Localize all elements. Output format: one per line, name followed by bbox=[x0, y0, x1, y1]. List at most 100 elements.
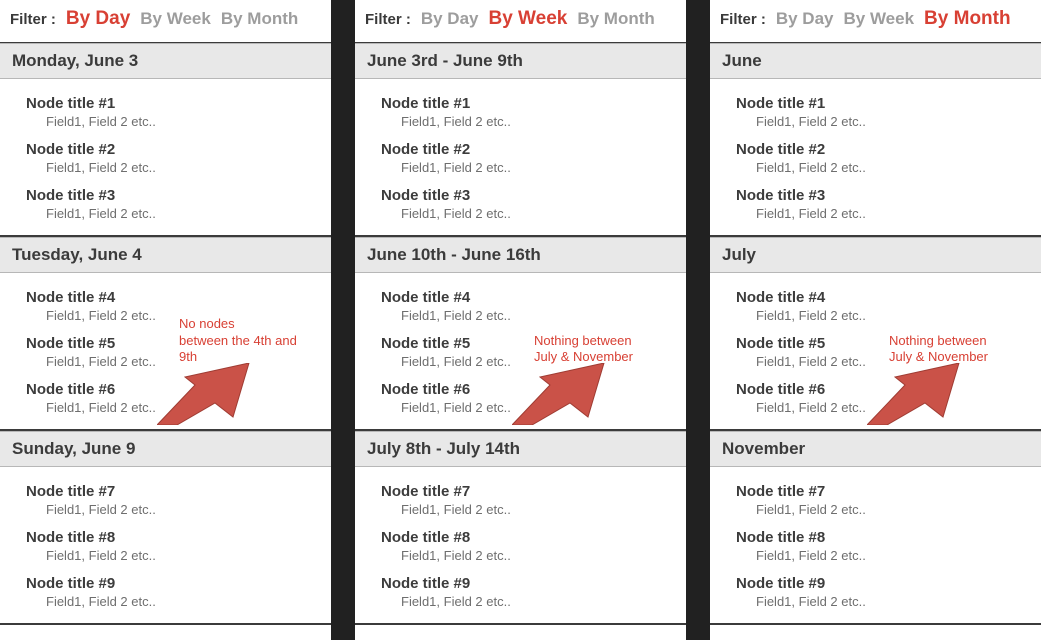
list-item[interactable]: Node title #9 Field1, Field 2 etc.. bbox=[0, 569, 331, 615]
list-item[interactable]: Node title #9Field1, Field 2 etc.. bbox=[355, 569, 686, 615]
list-item[interactable]: Node title #5 Field1, Field 2 etc.. bbox=[355, 329, 686, 375]
list-item[interactable]: Node title #9 Field1, Field 2 etc.. bbox=[710, 569, 1041, 615]
date-section: NovemberNode title #7Field1, Field 2 etc… bbox=[710, 431, 1041, 625]
node-title: Node title #6 bbox=[381, 381, 686, 398]
node-title: Node title #3 bbox=[26, 187, 331, 204]
list-item[interactable]: Node title #1 Field1, Field 2 etc.. bbox=[0, 89, 331, 135]
node-fields: Field1, Field 2 etc.. bbox=[381, 548, 686, 563]
filter-bar: Filter : By Day By Week By Month bbox=[710, 0, 1041, 43]
node-title: Node title #5 bbox=[26, 335, 331, 352]
filter-option-by-day[interactable]: By Day bbox=[776, 9, 834, 29]
node-title: Node title #3 bbox=[736, 187, 1041, 204]
filter-option-by-week[interactable]: By Week bbox=[140, 9, 211, 29]
list-item[interactable]: Node title #1Field1, Field 2 etc.. bbox=[710, 89, 1041, 135]
section-header: June bbox=[710, 43, 1041, 79]
list-item[interactable]: Node title #4Field1, Field 2 etc.. bbox=[355, 283, 686, 329]
filter-label: Filter : bbox=[365, 11, 411, 28]
list-item[interactable]: Node title #8Field1, Field 2 etc.. bbox=[0, 523, 331, 569]
node-title: Node title #8 bbox=[26, 529, 331, 546]
node-fields: Field1, Field 2 etc.. bbox=[381, 160, 686, 175]
node-title: Node title #1 bbox=[26, 95, 331, 112]
node-fields: Field1, Field 2 etc.. bbox=[736, 354, 1041, 369]
node-fields: Field1, Field 2 etc.. bbox=[26, 206, 331, 221]
date-section: June 3rd - June 9thNode title #1Field1, … bbox=[355, 43, 686, 237]
date-section: Monday, June 3 Node title #1 Field1, Field… bbox=[0, 43, 331, 237]
node-fields: Field1, Field 2 etc.. bbox=[736, 400, 1041, 415]
node-list: Node title #7Field1, Field 2 etc..Node t… bbox=[0, 467, 331, 625]
node-title: Node title #3 bbox=[381, 187, 686, 204]
filter-option-by-day[interactable]: By Day bbox=[421, 9, 479, 29]
node-title: Node title #7 bbox=[381, 483, 686, 500]
filter-option-by-day[interactable]: By Day bbox=[66, 8, 130, 30]
node-fields: Field1, Field 2 etc.. bbox=[381, 354, 686, 369]
filter-panel: Filter : By Day By Week By Month June Node ti… bbox=[710, 0, 1041, 640]
node-fields: Field1, Field 2 etc.. bbox=[736, 502, 1041, 517]
node-fields: Field1, Field 2 etc.. bbox=[26, 354, 331, 369]
node-title: Node title #5 bbox=[381, 335, 686, 352]
list-item[interactable]: Node title #3 Field1, Field 2 etc.. bbox=[0, 181, 331, 227]
date-section: JulyNode title #4Field1, Field 2 etc..No… bbox=[710, 237, 1041, 431]
date-section: June 10th - June 16thNode title #4Field1… bbox=[355, 237, 686, 431]
section-header: Tuesday, June 4 bbox=[0, 237, 331, 273]
node-title: Node title #9 bbox=[736, 575, 1041, 592]
node-list: Node title #4Field1, Field 2 etc..Node t… bbox=[355, 273, 686, 431]
section-header: November bbox=[710, 431, 1041, 467]
node-fields: Field1, Field 2 etc.. bbox=[736, 206, 1041, 221]
node-title: Node title #4 bbox=[736, 289, 1041, 306]
node-fields: Field1, Field 2 etc.. bbox=[381, 114, 686, 129]
list-item[interactable]: Node title #8Field1, Field 2 etc.. bbox=[355, 523, 686, 569]
date-section: JuneNode title #1Field1, Field 2 etc..No… bbox=[710, 43, 1041, 237]
node-fields: Field1, Field 2 etc.. bbox=[736, 594, 1041, 609]
node-list: Node title #4Field1, Field 2 etc..Node t… bbox=[0, 273, 331, 431]
list-item[interactable]: Node title #6Field1, Field 2 etc.. bbox=[355, 375, 686, 421]
section-header: July 8th - July 14th bbox=[355, 431, 686, 467]
node-title: Node title #9 bbox=[381, 575, 686, 592]
node-title: Node title #4 bbox=[381, 289, 686, 306]
node-list: Node title #7Field1, Field 2 etc..Node t… bbox=[710, 467, 1041, 625]
list-item[interactable]: Node title #4 Field1, Field 2 etc.. bbox=[0, 283, 331, 329]
node-title: Node title #6 bbox=[26, 381, 331, 398]
list-item[interactable]: Node title #3 Field1, Field 2 etc.. bbox=[710, 181, 1041, 227]
section-header: Sunday, June 9 bbox=[0, 431, 331, 467]
node-fields: Field1, Field 2 etc.. bbox=[736, 308, 1041, 323]
node-fields: Field1, Field 2 etc.. bbox=[26, 594, 331, 609]
node-list: Node title #4Field1, Field 2 etc..Node t… bbox=[710, 273, 1041, 431]
node-fields: Field1, Field 2 etc.. bbox=[736, 548, 1041, 563]
list-item[interactable]: Node title #2Field1, Field 2 etc.. bbox=[0, 135, 331, 181]
filter-option-by-month[interactable]: By Month bbox=[924, 8, 1011, 30]
filter-panel: Filter : By Day By Week By Month June 3rd - … bbox=[355, 0, 686, 640]
list-item[interactable]: Node title #3Field1, Field 2 etc.. bbox=[355, 181, 686, 227]
list-item[interactable]: Node title #2Field1, Field 2 etc.. bbox=[710, 135, 1041, 181]
list-item[interactable]: Node title #1 Field1, Field 2 etc.. bbox=[355, 89, 686, 135]
list-item[interactable]: Node title #7Field1, Field 2 etc.. bbox=[0, 477, 331, 523]
node-fields: Field1, Field 2 etc.. bbox=[381, 502, 686, 517]
node-title: Node title #9 bbox=[26, 575, 331, 592]
list-item[interactable]: Node title #4 Field1, Field 2 etc.. bbox=[710, 283, 1041, 329]
date-section: Tuesday, June 4 Node title #4 Field1, Fiel… bbox=[0, 237, 331, 431]
filter-label: Filter : bbox=[720, 11, 766, 28]
list-item[interactable]: Node title #5 Field1, Field 2 etc.. bbox=[0, 329, 331, 375]
filter-option-by-month[interactable]: By Month bbox=[577, 9, 654, 29]
list-item[interactable]: Node title #5Field1, Field 2 etc.. bbox=[710, 329, 1041, 375]
node-list: Node title #1Field1, Field 2 etc..Node t… bbox=[0, 79, 331, 237]
list-item[interactable]: Node title #7Field1, Field 2 etc.. bbox=[710, 477, 1041, 523]
filter-option-by-month[interactable]: By Month bbox=[221, 9, 298, 29]
node-list: Node title #7Field1, Field 2 etc..Node t… bbox=[355, 467, 686, 625]
list-item[interactable]: Node title #7 Field1, Field 2 etc.. bbox=[355, 477, 686, 523]
section-header: Monday, June 3 bbox=[0, 43, 331, 79]
filter-option-by-week[interactable]: By Week bbox=[843, 9, 914, 29]
list-item[interactable]: Node title #8Field1, Field 2 etc.. bbox=[710, 523, 1041, 569]
node-fields: Field1, Field 2 etc.. bbox=[26, 502, 331, 517]
filter-panel: Filter :By DayBy WeekBy MonthMonday, Jun… bbox=[0, 0, 331, 640]
node-fields: Field1, Field 2 etc.. bbox=[736, 114, 1041, 129]
node-title: Node title #4 bbox=[26, 289, 331, 306]
node-title: Node title #1 bbox=[381, 95, 686, 112]
node-fields: Field1, Field 2 etc.. bbox=[26, 308, 331, 323]
node-fields: Field1, Field 2 etc.. bbox=[26, 114, 331, 129]
list-item[interactable]: Node title #6Field1, Field 2 etc.. bbox=[0, 375, 331, 421]
list-item[interactable]: Node title #2Field1, Field 2 etc.. bbox=[355, 135, 686, 181]
list-item[interactable]: Node title #6Field1, Field 2 etc.. bbox=[710, 375, 1041, 421]
filter-option-by-week[interactable]: By Week bbox=[488, 8, 567, 30]
date-section: July 8th - July 14th Node title #7 Field1,… bbox=[355, 431, 686, 625]
filter-bar: Filter : By Day By Week By Month bbox=[355, 0, 686, 43]
